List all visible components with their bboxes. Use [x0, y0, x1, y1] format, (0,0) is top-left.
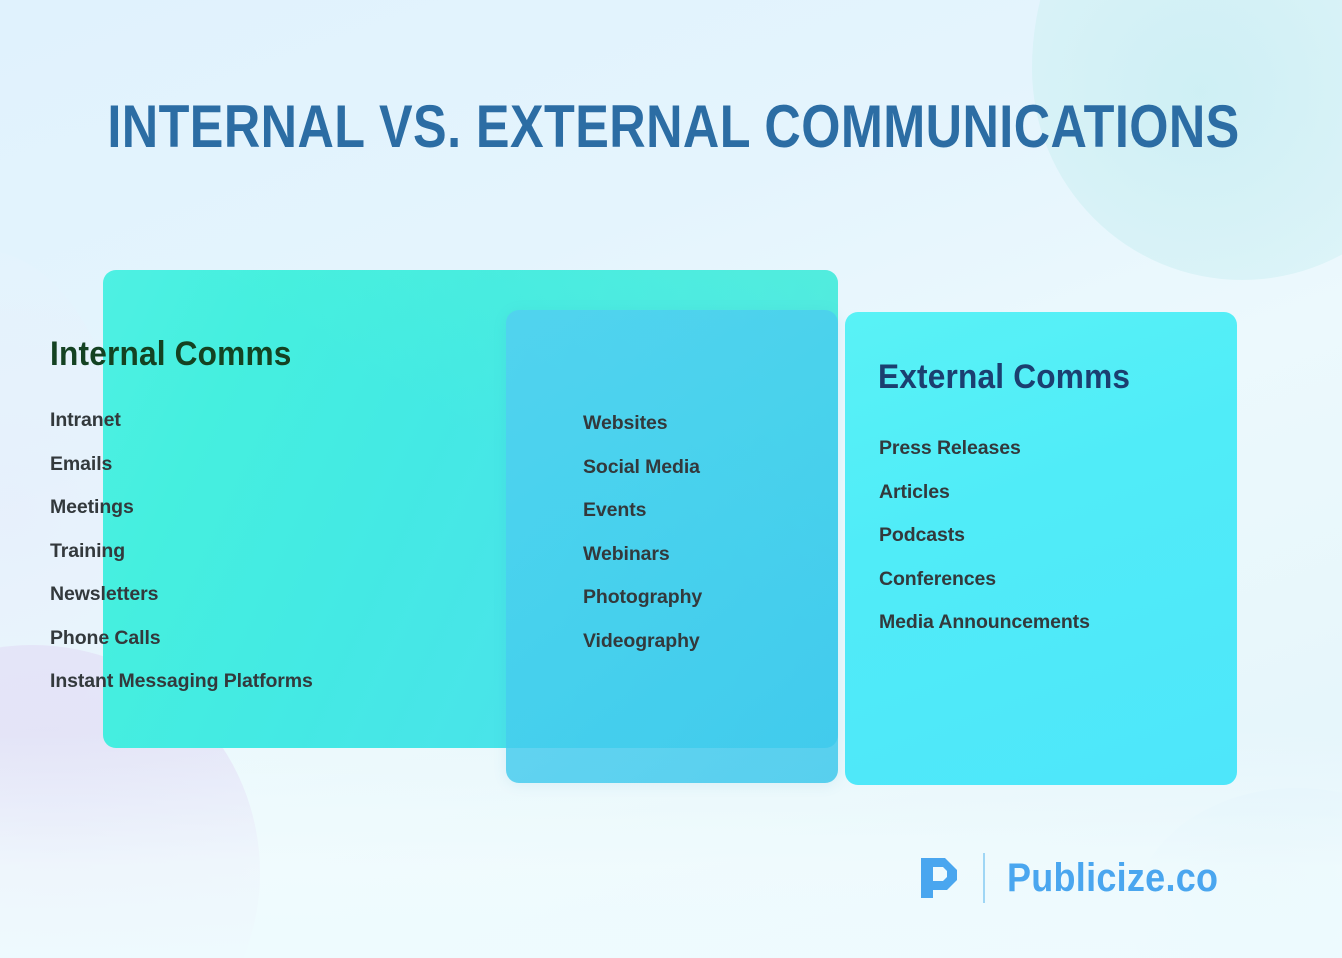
list-item: Intranet [50, 409, 121, 431]
overlap-list: Websites Social Media Events Webinars Ph… [583, 412, 702, 673]
logo-wordmark: Publicize.co [1007, 855, 1219, 900]
list-item: Newsletters [50, 583, 159, 605]
external-comms-list: Press Releases Articles Podcasts Confere… [879, 437, 1090, 655]
list-item: Press Releases [879, 437, 1021, 459]
list-item: Social Media [583, 455, 700, 478]
internal-comms-list: Intranet Emails Meetings Training Newsle… [50, 409, 313, 714]
list-item: Websites [583, 412, 668, 434]
list-item: Meetings [50, 496, 134, 518]
list-item: Articles [879, 480, 950, 503]
list-item: Webinars [583, 542, 670, 565]
list-item: Training [50, 539, 126, 562]
page-title: INTERNAL VS. EXTERNAL COMMUNICATIONS [107, 93, 1240, 160]
list-item: Videography [583, 629, 700, 652]
list-item: Podcasts [879, 524, 965, 546]
footer-logo[interactable]: Publicize.co [917, 853, 1242, 903]
external-comms-heading: External Comms [878, 358, 1131, 396]
list-item: Conferences [879, 567, 997, 590]
internal-comms-heading: Internal Comms [50, 335, 292, 373]
publicize-p-mark-icon [921, 858, 958, 898]
list-item: Emails [50, 452, 113, 475]
logo-divider [983, 853, 986, 903]
list-item: Photography [583, 586, 703, 608]
list-item: Media Announcements [879, 611, 1090, 633]
list-item: Instant Messaging Platforms [50, 670, 313, 692]
infographic-canvas: INTERNAL VS. EXTERNAL COMMUNICATIONS Int… [0, 0, 1342, 958]
list-item: Events [583, 499, 647, 521]
list-item: Phone Calls [50, 626, 161, 649]
